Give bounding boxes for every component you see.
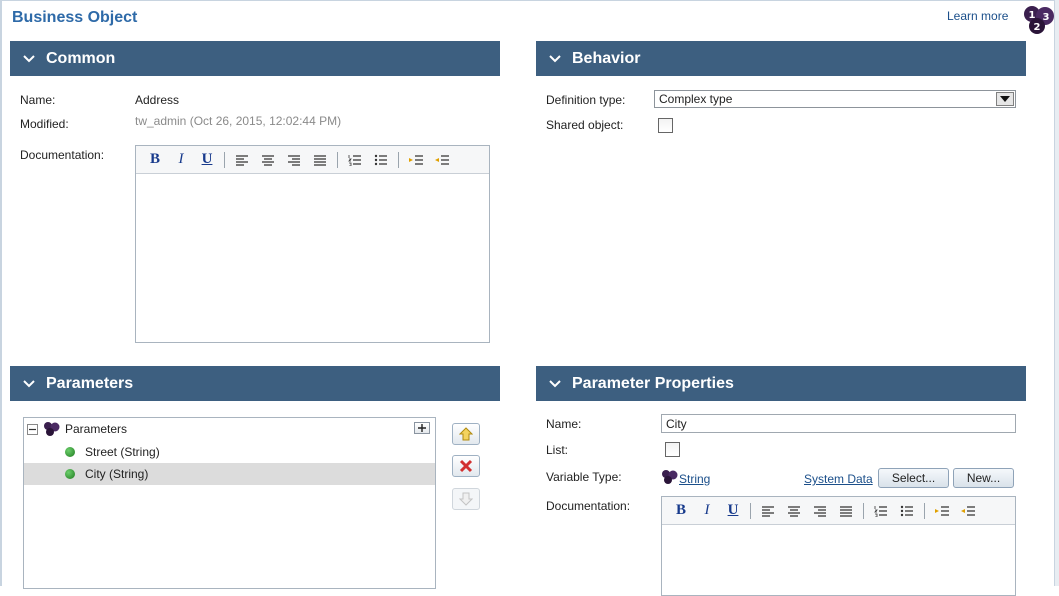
parameter-dot-icon xyxy=(65,469,75,479)
behavior-section-title: Behavior xyxy=(572,49,641,67)
definition-type-label: Definition type: xyxy=(546,93,626,107)
tree-row-street[interactable]: Street (String) xyxy=(24,441,435,463)
select-button[interactable]: Select... xyxy=(878,468,949,488)
name-label: Name: xyxy=(20,93,56,107)
underline-button[interactable]: U xyxy=(194,150,220,170)
numbered-circles-icon: 1 3 2 xyxy=(1024,6,1054,34)
italic-button[interactable]: I xyxy=(694,501,720,521)
toolbar-divider xyxy=(924,502,925,519)
rich-text-toolbar: B I U xyxy=(662,497,1015,525)
delete-x-icon xyxy=(459,459,473,473)
variable-type-link[interactable]: String xyxy=(679,472,710,486)
outdent-icon[interactable] xyxy=(955,501,981,521)
plus-icon xyxy=(418,424,426,432)
list-checkbox[interactable] xyxy=(665,442,680,457)
align-center-icon[interactable] xyxy=(255,150,281,170)
toolbar-divider xyxy=(224,151,225,168)
align-right-icon[interactable] xyxy=(281,150,307,170)
dropdown-arrow-icon[interactable] xyxy=(996,92,1014,106)
toolbar-divider xyxy=(337,151,338,168)
indent-icon[interactable] xyxy=(403,150,429,170)
toolbar-divider xyxy=(398,151,399,168)
chevron-down-icon xyxy=(548,377,562,391)
parameter-dot-icon xyxy=(65,447,75,457)
list-label: List: xyxy=(546,443,569,457)
page-title: Business Object xyxy=(12,9,138,26)
param-name-label: Name: xyxy=(546,417,582,431)
param-name-input[interactable] xyxy=(661,414,1016,433)
tree-item-label: City (String) xyxy=(85,467,149,481)
italic-button[interactable]: I xyxy=(168,150,194,170)
toolbar-divider xyxy=(750,502,751,519)
variable-type-label: Variable Type: xyxy=(546,470,622,484)
param-documentation-editor[interactable]: B I U xyxy=(661,496,1016,596)
align-left-icon[interactable] xyxy=(755,501,781,521)
common-documentation-editor[interactable]: B I U xyxy=(135,145,490,343)
align-center-icon[interactable] xyxy=(781,501,807,521)
indent-icon[interactable] xyxy=(929,501,955,521)
align-justify-icon[interactable] xyxy=(833,501,859,521)
shared-object-checkbox[interactable] xyxy=(658,118,673,133)
system-data-link[interactable]: System Data xyxy=(804,472,873,486)
move-up-button[interactable] xyxy=(452,423,480,445)
move-down-button[interactable] xyxy=(452,488,480,510)
business-object-icon xyxy=(662,470,678,484)
modified-label: Modified: xyxy=(20,117,69,131)
name-value: Address xyxy=(135,93,180,107)
arrow-down-icon xyxy=(459,492,473,506)
underline-button[interactable]: U xyxy=(720,501,746,521)
parameters-section-title: Parameters xyxy=(46,374,134,392)
bullet-list-icon[interactable] xyxy=(894,501,920,521)
business-object-icon xyxy=(44,422,60,436)
common-section-title: Common xyxy=(46,49,116,67)
bold-button[interactable]: B xyxy=(142,150,168,170)
svg-text:2: 2 xyxy=(1034,22,1041,33)
tree-item-label: Street (String) xyxy=(85,445,160,459)
parameter-properties-section-title: Parameter Properties xyxy=(572,374,734,392)
delete-parameter-button[interactable] xyxy=(452,455,480,477)
toolbar-divider xyxy=(863,502,864,519)
outdent-icon[interactable] xyxy=(429,150,455,170)
scrollbar-edge[interactable] xyxy=(1054,0,1059,586)
svg-text:1: 1 xyxy=(1029,10,1036,21)
numbered-list-icon[interactable] xyxy=(868,501,894,521)
align-justify-icon[interactable] xyxy=(307,150,333,170)
bold-button[interactable]: B xyxy=(668,501,694,521)
parameter-properties-section-header[interactable]: Parameter Properties xyxy=(536,366,1026,401)
documentation-label: Documentation: xyxy=(20,148,105,162)
common-section-header[interactable]: Common xyxy=(10,41,500,76)
definition-type-value: Complex type xyxy=(659,92,733,106)
svg-text:3: 3 xyxy=(1043,12,1050,23)
param-documentation-label: Documentation: xyxy=(546,499,631,513)
learn-more-link[interactable]: Learn more xyxy=(947,9,1008,23)
arrow-up-icon xyxy=(459,427,473,441)
parameters-section-header[interactable]: Parameters xyxy=(10,366,500,401)
align-right-icon[interactable] xyxy=(807,501,833,521)
behavior-section-header[interactable]: Behavior xyxy=(536,41,1026,76)
bullet-list-icon[interactable] xyxy=(368,150,394,170)
shared-object-label: Shared object: xyxy=(546,118,624,132)
definition-type-select[interactable]: Complex type xyxy=(654,90,1016,108)
collapse-toggle-icon[interactable] xyxy=(27,423,38,435)
chevron-down-icon xyxy=(548,52,562,66)
chevron-down-icon xyxy=(22,52,36,66)
chevron-down-icon xyxy=(22,377,36,391)
numbered-list-icon[interactable] xyxy=(342,150,368,170)
rich-text-toolbar: B I U xyxy=(136,146,489,174)
modified-value: tw_admin (Oct 26, 2015, 12:02:44 PM) xyxy=(135,114,342,128)
new-button[interactable]: New... xyxy=(953,468,1014,488)
align-left-icon[interactable] xyxy=(229,150,255,170)
tree-root-label: Parameters xyxy=(65,422,128,436)
parameters-tree[interactable]: Parameters Street (String) City (String) xyxy=(23,417,436,589)
add-parameter-button[interactable] xyxy=(414,422,430,434)
tree-row-city[interactable]: City (String) xyxy=(24,463,435,485)
tree-root-row[interactable]: Parameters xyxy=(24,418,435,440)
